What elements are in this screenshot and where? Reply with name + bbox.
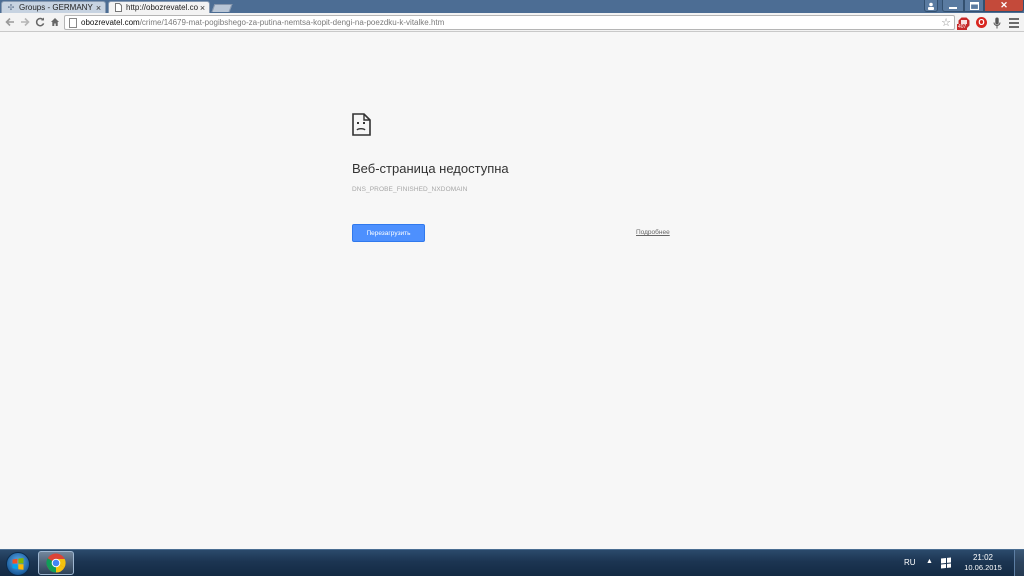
puzzle-icon: ✣: [7, 3, 15, 12]
sad-page-icon: [352, 113, 371, 141]
error-code: DNS_PROBE_FINISHED_NXDOMAIN: [352, 186, 468, 193]
window-controls: ✕: [924, 0, 1024, 12]
details-link[interactable]: Подробнее: [636, 229, 670, 236]
start-button[interactable]: [3, 550, 33, 576]
star-icon[interactable]: ☆: [940, 17, 952, 29]
address-url[interactable]: obozrevatel.com/crime/14679-mat-pogibshe…: [81, 18, 940, 27]
new-tab-button[interactable]: [211, 4, 233, 12]
windows-flag-icon[interactable]: [941, 557, 951, 569]
tray-expand-icon[interactable]: ▲: [926, 558, 933, 565]
back-icon[interactable]: [3, 15, 17, 29]
clock-date: 10.06.2015: [964, 563, 1002, 572]
chrome-icon: [46, 553, 66, 573]
tab-groups-germany[interactable]: ✣ Groups - GERMANY ×: [1, 1, 106, 13]
tab-obozrevatel[interactable]: http://obozrevatel.co ×: [108, 1, 210, 13]
reload-button[interactable]: Перезагрузить: [352, 224, 425, 242]
close-icon[interactable]: ×: [94, 3, 103, 13]
home-icon[interactable]: [48, 15, 62, 29]
microphone-icon[interactable]: [991, 16, 1003, 29]
windows-start-icon: [6, 551, 30, 576]
page-icon: [69, 17, 77, 28]
system-clock[interactable]: 21:02 10.06.2015: [958, 553, 1008, 573]
opera-icon[interactable]: O: [975, 16, 988, 29]
tab-label: Groups - GERMANY: [19, 3, 93, 12]
menu-icon[interactable]: [1007, 16, 1021, 29]
close-icon[interactable]: ×: [198, 3, 207, 13]
maximize-button[interactable]: [964, 0, 984, 12]
browser-toolbar: obozrevatel.com/crime/14679-mat-pogibshe…: [0, 13, 1024, 32]
opera-label: O: [976, 17, 987, 28]
clock-time: 21:02: [972, 553, 994, 562]
error-page: Веб-страница недоступна DNS_PROBE_FINISH…: [0, 32, 1024, 549]
tab-label: http://obozrevatel.co: [126, 3, 198, 12]
address-bar[interactable]: obozrevatel.com/crime/14679-mat-pogibshe…: [64, 15, 955, 30]
show-desktop-button[interactable]: [1014, 550, 1024, 576]
error-title: Веб-страница недоступна: [352, 161, 509, 176]
url-path: /crime/14679-mat-pogibshego-za-putina-ne…: [139, 18, 445, 27]
page-icon: [113, 3, 123, 13]
forward-icon[interactable]: [18, 15, 32, 29]
taskbar-chrome-button[interactable]: [38, 551, 74, 575]
reload-icon[interactable]: [33, 15, 47, 29]
close-window-button[interactable]: ✕: [984, 0, 1024, 12]
minimize-button[interactable]: [942, 0, 964, 12]
adblock-icon[interactable]: 407: [957, 16, 971, 30]
language-indicator[interactable]: RU: [904, 558, 916, 567]
browser-titlebar: ✣ Groups - GERMANY × http://obozrevatel.…: [0, 0, 1024, 13]
user-profile-button[interactable]: [924, 0, 938, 12]
windows-taskbar: RU ▲ 21:02 10.06.2015: [0, 549, 1024, 576]
adblock-badge: 407: [957, 24, 968, 30]
url-host: obozrevatel.com: [81, 18, 140, 27]
